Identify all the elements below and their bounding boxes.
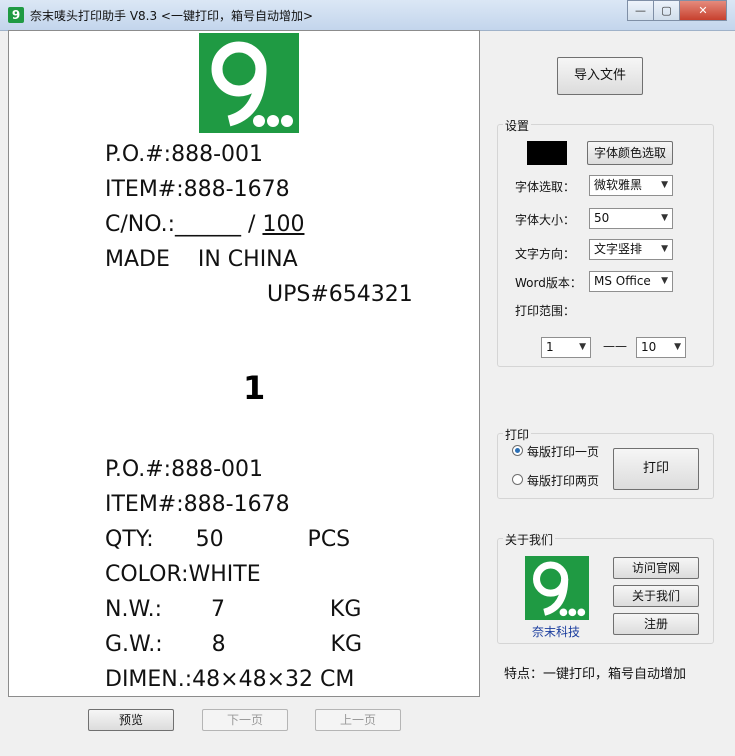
item-line: ITEM#:888-1678	[105, 177, 290, 202]
chevron-down-icon: ▼	[674, 342, 681, 352]
range-from-value: 1	[546, 340, 554, 354]
ups-line: UPS#654321	[267, 282, 413, 307]
word-version-value: MS Office	[594, 274, 651, 288]
import-file-button[interactable]: 导入文件	[557, 57, 643, 95]
size-label: 字体大小：	[515, 213, 576, 227]
qty-line: QTY: 50 PCS	[105, 527, 351, 552]
visit-website-button[interactable]: 访问官网	[613, 557, 699, 579]
direction-select-value: 文字竖排	[594, 242, 643, 256]
print-two-label[interactable]: 每版打印两页	[527, 472, 599, 489]
color-line: COLOR:WHITE	[105, 562, 261, 587]
logo-graphic-small	[533, 561, 586, 617]
title-bar: 9 奈末唛头打印助手 V8.3 <一键打印，箱号自动增加> — ▢ ✕	[0, 0, 735, 31]
window-title: 奈末唛头打印助手 V8.3 <一键打印，箱号自动增加>	[30, 9, 314, 23]
carton-total: 100	[262, 212, 305, 237]
size-select[interactable]: 50 ▼	[589, 208, 673, 229]
print-one-label[interactable]: 每版打印一页	[527, 443, 599, 460]
print-title: 打印	[503, 426, 532, 443]
font-color-swatch	[527, 141, 567, 165]
about-title: 关于我们	[503, 531, 556, 548]
settings-title: 设置	[503, 117, 532, 134]
box-number: 1	[243, 369, 266, 407]
item-line-2: ITEM#:888-1678	[105, 492, 290, 517]
range-to-value: 10	[641, 340, 657, 354]
chevron-down-icon: ▼	[661, 244, 668, 254]
dimension-line: DIMEN.:48×48×32 CM	[105, 667, 355, 692]
font-label: 字体选取：	[515, 180, 576, 194]
preview-button[interactable]: 预览	[88, 709, 174, 731]
range-to-select[interactable]: 10 ▼	[636, 337, 686, 358]
brand-logo	[199, 33, 299, 133]
logo-graphic	[211, 41, 293, 127]
next-page-button[interactable]: 下一页	[202, 709, 288, 731]
word-version-label: Word版本：	[515, 276, 582, 290]
font-color-button[interactable]: 字体颜色选取	[587, 141, 673, 165]
company-name: 奈末科技	[532, 625, 581, 639]
chevron-down-icon: ▼	[661, 213, 668, 223]
label-preview: P.O.#:888-001 ITEM#:888-1678 C/NO.:_____…	[8, 30, 480, 697]
company-logo	[525, 556, 589, 620]
po-line: P.O.#:888-001	[105, 142, 264, 167]
direction-select[interactable]: 文字竖排 ▼	[589, 239, 673, 260]
feature-text: 特点：一键打印，箱号自动增加	[504, 667, 687, 682]
range-dash: ——	[603, 339, 627, 353]
carton-number-line: C/NO.:______ / 100	[105, 212, 304, 237]
font-select-value: 微软雅黑	[594, 178, 643, 192]
range-from-select[interactable]: 1 ▼	[541, 337, 591, 358]
font-select[interactable]: 微软雅黑 ▼	[589, 175, 673, 196]
about-us-button[interactable]: 关于我们	[613, 585, 699, 607]
chevron-down-icon: ▼	[661, 180, 668, 190]
print-button[interactable]: 打印	[613, 448, 699, 490]
gross-weight-line: G.W.: 8 KG	[105, 632, 362, 657]
register-button[interactable]: 注册	[613, 613, 699, 635]
made-in-line: MADE IN CHINA	[105, 247, 298, 272]
prev-page-button[interactable]: 上一页	[315, 709, 401, 731]
carton-prefix: C/NO.:______ /	[105, 212, 263, 237]
print-range-label: 打印范围：	[515, 304, 576, 318]
minimize-button[interactable]: —	[627, 0, 654, 21]
net-weight-line: N.W.: 7 KG	[105, 597, 362, 622]
chevron-down-icon: ▼	[579, 342, 586, 352]
print-two-radio[interactable]	[512, 474, 523, 485]
app-icon: 9	[8, 7, 24, 23]
word-version-select[interactable]: MS Office ▼	[589, 271, 673, 292]
po-line-2: P.O.#:888-001	[105, 457, 264, 482]
print-one-radio[interactable]	[512, 445, 523, 456]
size-select-value: 50	[594, 211, 610, 225]
direction-label: 文字方向：	[515, 247, 576, 261]
close-button[interactable]: ✕	[679, 0, 727, 21]
maximize-button[interactable]: ▢	[653, 0, 680, 21]
chevron-down-icon: ▼	[661, 276, 668, 286]
